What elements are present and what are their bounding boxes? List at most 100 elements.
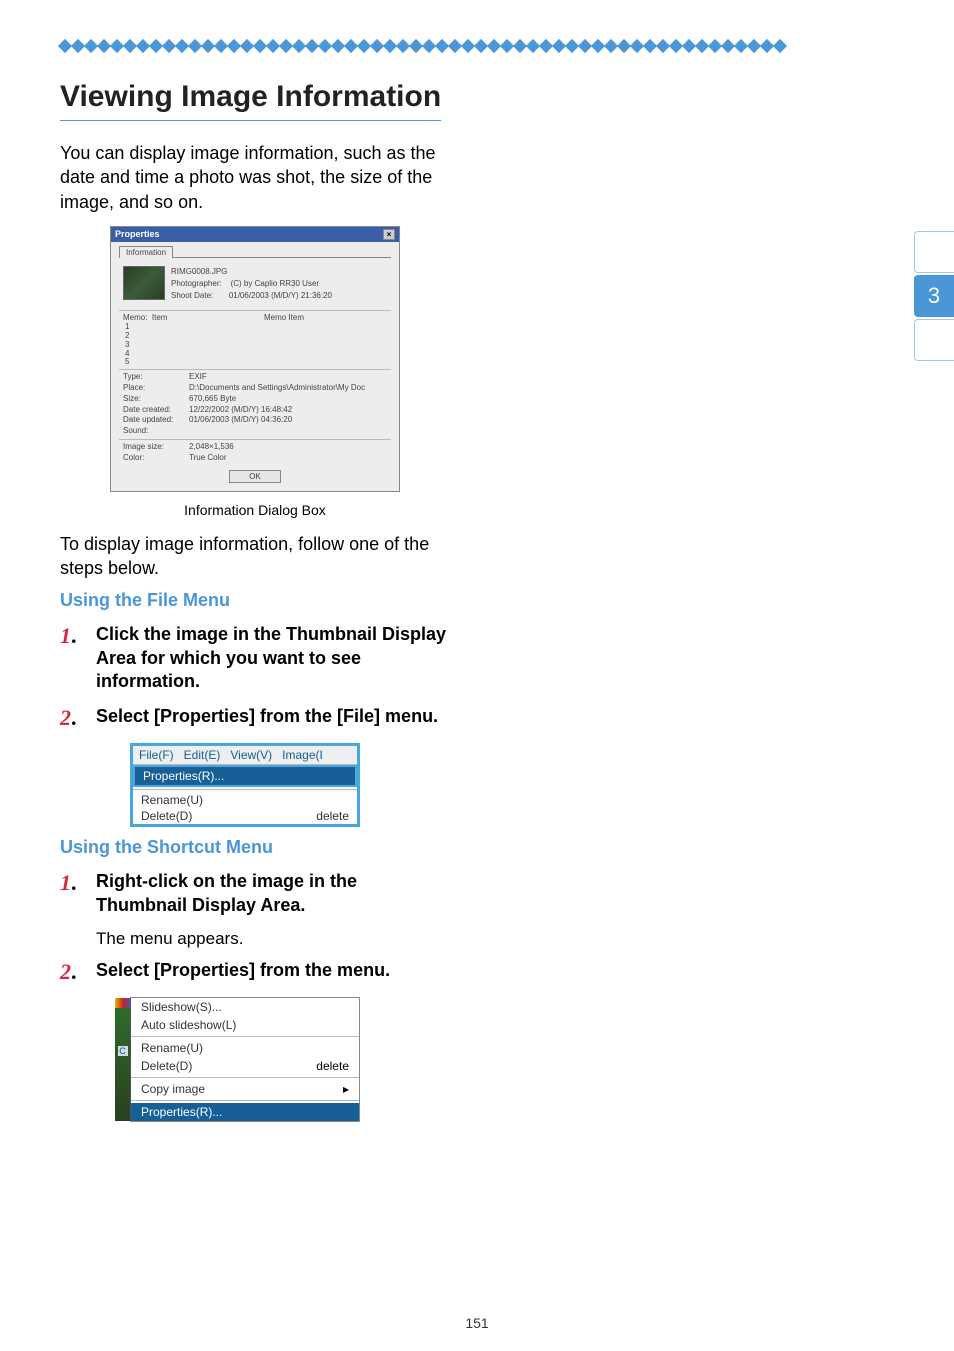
- side-tab-outline: [914, 231, 954, 273]
- menu-item-label: Auto slideshow(L): [141, 1018, 236, 1032]
- menu-group: Copy image ▸: [131, 1080, 359, 1098]
- step-text: Right-click on the image in the Thumbnai…: [96, 870, 450, 917]
- figure-caption: Information Dialog Box: [60, 502, 450, 518]
- shootdate-value: 01/06/2003 (M/D/Y) 21:36:20: [229, 291, 332, 300]
- info-label: Date updated:: [123, 415, 189, 426]
- dialog-top-section: RIMG0008.JPG Photographer: (C) by Caplio…: [119, 262, 391, 308]
- step-text: Select [Properties] from the menu.: [96, 959, 390, 985]
- separator: [131, 1100, 359, 1101]
- menu-item-label: Delete(D): [141, 809, 192, 823]
- file-menu-figure: File(F) Edit(E) View(V) Image(I Properties(…: [130, 743, 360, 827]
- properties-dialog-figure: Properties × Information RIMG0008.JPG Ph…: [110, 226, 400, 492]
- info-rows-1: Type:EXIFPlace:D:\Documents and Settings…: [119, 372, 391, 437]
- submenu-arrow-icon: ▸: [343, 1082, 349, 1096]
- step-number: 2.: [60, 959, 96, 985]
- menubar: File(F) Edit(E) View(V) Image(I: [133, 746, 357, 765]
- separator: [119, 310, 391, 311]
- info-label: Place:: [123, 383, 189, 394]
- context-menu-figure: C Slideshow(S)...Auto slideshow(L) Renam…: [130, 997, 360, 1122]
- menu-item-label: Delete(D): [141, 1059, 192, 1073]
- info-label: Image size:: [123, 442, 189, 453]
- info-value: 01/06/2003 (M/D/Y) 04:36:20: [189, 415, 391, 426]
- photographer-label: Photographer:: [171, 279, 222, 288]
- step-2: 2. Select [Properties] from the menu.: [60, 959, 450, 985]
- intro-paragraph: You can display image information, such …: [60, 141, 450, 214]
- info-rows-2: Image size:2,048×1,536Color:True Color: [119, 442, 391, 464]
- memo-numbers: 12345: [119, 323, 391, 367]
- diamond-icon: [773, 39, 787, 53]
- info-value: 2,048×1,536: [189, 442, 391, 453]
- photographer-value: (C) by Caplio RR30 User: [231, 279, 319, 288]
- menubar-item[interactable]: File(F): [139, 748, 174, 762]
- menu-item-label: Rename(U): [141, 793, 203, 807]
- dialog-titlebar: Properties ×: [111, 227, 399, 242]
- step-2: 2. Select [Properties] from the [File] m…: [60, 705, 450, 731]
- memo-number: 1: [125, 323, 391, 332]
- menu-item-label: Copy image: [141, 1082, 205, 1096]
- paragraph: To display image information, follow one…: [60, 532, 450, 581]
- menubar-item[interactable]: Edit(E): [184, 748, 221, 762]
- info-value: [189, 426, 391, 437]
- info-value: 12/22/2002 (M/D/Y) 16:48:42: [189, 405, 391, 416]
- menu-item-properties-highlighted[interactable]: Properties(R)...: [133, 765, 357, 787]
- separator: [119, 439, 391, 440]
- menu-group: Slideshow(S)... Auto slideshow(L): [131, 998, 359, 1034]
- shootdate-label: Shoot Date:: [171, 291, 213, 300]
- section-heading: Using the File Menu: [60, 590, 450, 611]
- page-content: Viewing Image Information You can displa…: [60, 80, 450, 1122]
- step-number: 1.: [60, 870, 96, 917]
- menu-item[interactable]: Rename(U): [133, 792, 357, 808]
- menu-item[interactable]: Delete(D)delete: [133, 808, 357, 824]
- menu-item-label: Rename(U): [141, 1041, 203, 1055]
- memo-label: Memo:: [123, 313, 147, 322]
- menu-rows: Rename(U)Delete(D)delete: [133, 792, 357, 824]
- menu-item-label: Properties(R)...: [141, 1105, 222, 1119]
- information-tab[interactable]: Information: [119, 246, 173, 258]
- decorative-diamond-row: [60, 40, 926, 52]
- menu-item[interactable]: Slideshow(S)...: [131, 998, 359, 1016]
- info-label: Color:: [123, 453, 189, 464]
- chapter-tab: 3: [914, 275, 954, 317]
- decoration-top: [115, 998, 131, 1008]
- info-row: Image size:2,048×1,536: [119, 442, 391, 453]
- dialog-body: Information RIMG0008.JPG Photographer: (…: [111, 242, 399, 491]
- step-number: 2.: [60, 705, 96, 731]
- memo-header-row: Memo: Item Memo Item: [119, 313, 391, 323]
- menu-item[interactable]: Copy image ▸: [131, 1080, 359, 1098]
- menu-item[interactable]: Delete(D) delete: [131, 1057, 359, 1075]
- info-label: Date created:: [123, 405, 189, 416]
- info-value: 670,665 Byte: [189, 394, 391, 405]
- dialog-top-info: RIMG0008.JPG Photographer: (C) by Caplio…: [171, 266, 332, 302]
- filename: RIMG0008.JPG: [171, 266, 332, 278]
- menubar-item[interactable]: Image(I: [282, 748, 323, 762]
- menu-item-shortcut: delete: [316, 1059, 349, 1073]
- info-value: EXIF: [189, 372, 391, 383]
- decoration-green: C: [115, 1008, 131, 1121]
- menubar-item[interactable]: View(V): [230, 748, 272, 762]
- menu-item-label: Slideshow(S)...: [141, 1000, 222, 1014]
- info-label: Type:: [123, 372, 189, 383]
- info-row: Sound:: [119, 426, 391, 437]
- context-menu-side-decoration: C: [115, 998, 131, 1121]
- info-row: Type:EXIF: [119, 372, 391, 383]
- section-heading: Using the Shortcut Menu: [60, 837, 450, 858]
- page-number: 151: [0, 1315, 954, 1331]
- info-value: True Color: [189, 453, 391, 464]
- info-row: Place:D:\Documents and Settings\Administ…: [119, 383, 391, 394]
- menu-item-properties-highlighted[interactable]: Properties(R)...: [131, 1103, 359, 1121]
- info-label: Size:: [123, 394, 189, 405]
- close-icon[interactable]: ×: [383, 229, 395, 240]
- ok-button[interactable]: OK: [229, 470, 281, 483]
- page-title: Viewing Image Information: [60, 80, 441, 121]
- properties-dialog: Properties × Information RIMG0008.JPG Ph…: [110, 226, 400, 492]
- memo-header: Memo Item: [177, 313, 391, 323]
- menu-item[interactable]: Auto slideshow(L): [131, 1016, 359, 1034]
- step-subtext: The menu appears.: [96, 929, 450, 949]
- step-1: 1. Click the image in the Thumbnail Disp…: [60, 623, 450, 693]
- memo-item-label: Item: [152, 313, 168, 322]
- info-row: Date updated:01/06/2003 (M/D/Y) 04:36:20: [119, 415, 391, 426]
- memo-number: 5: [125, 358, 391, 367]
- menu-item[interactable]: Rename(U): [131, 1039, 359, 1057]
- info-row: Color:True Color: [119, 453, 391, 464]
- memo-number: 2: [125, 332, 391, 341]
